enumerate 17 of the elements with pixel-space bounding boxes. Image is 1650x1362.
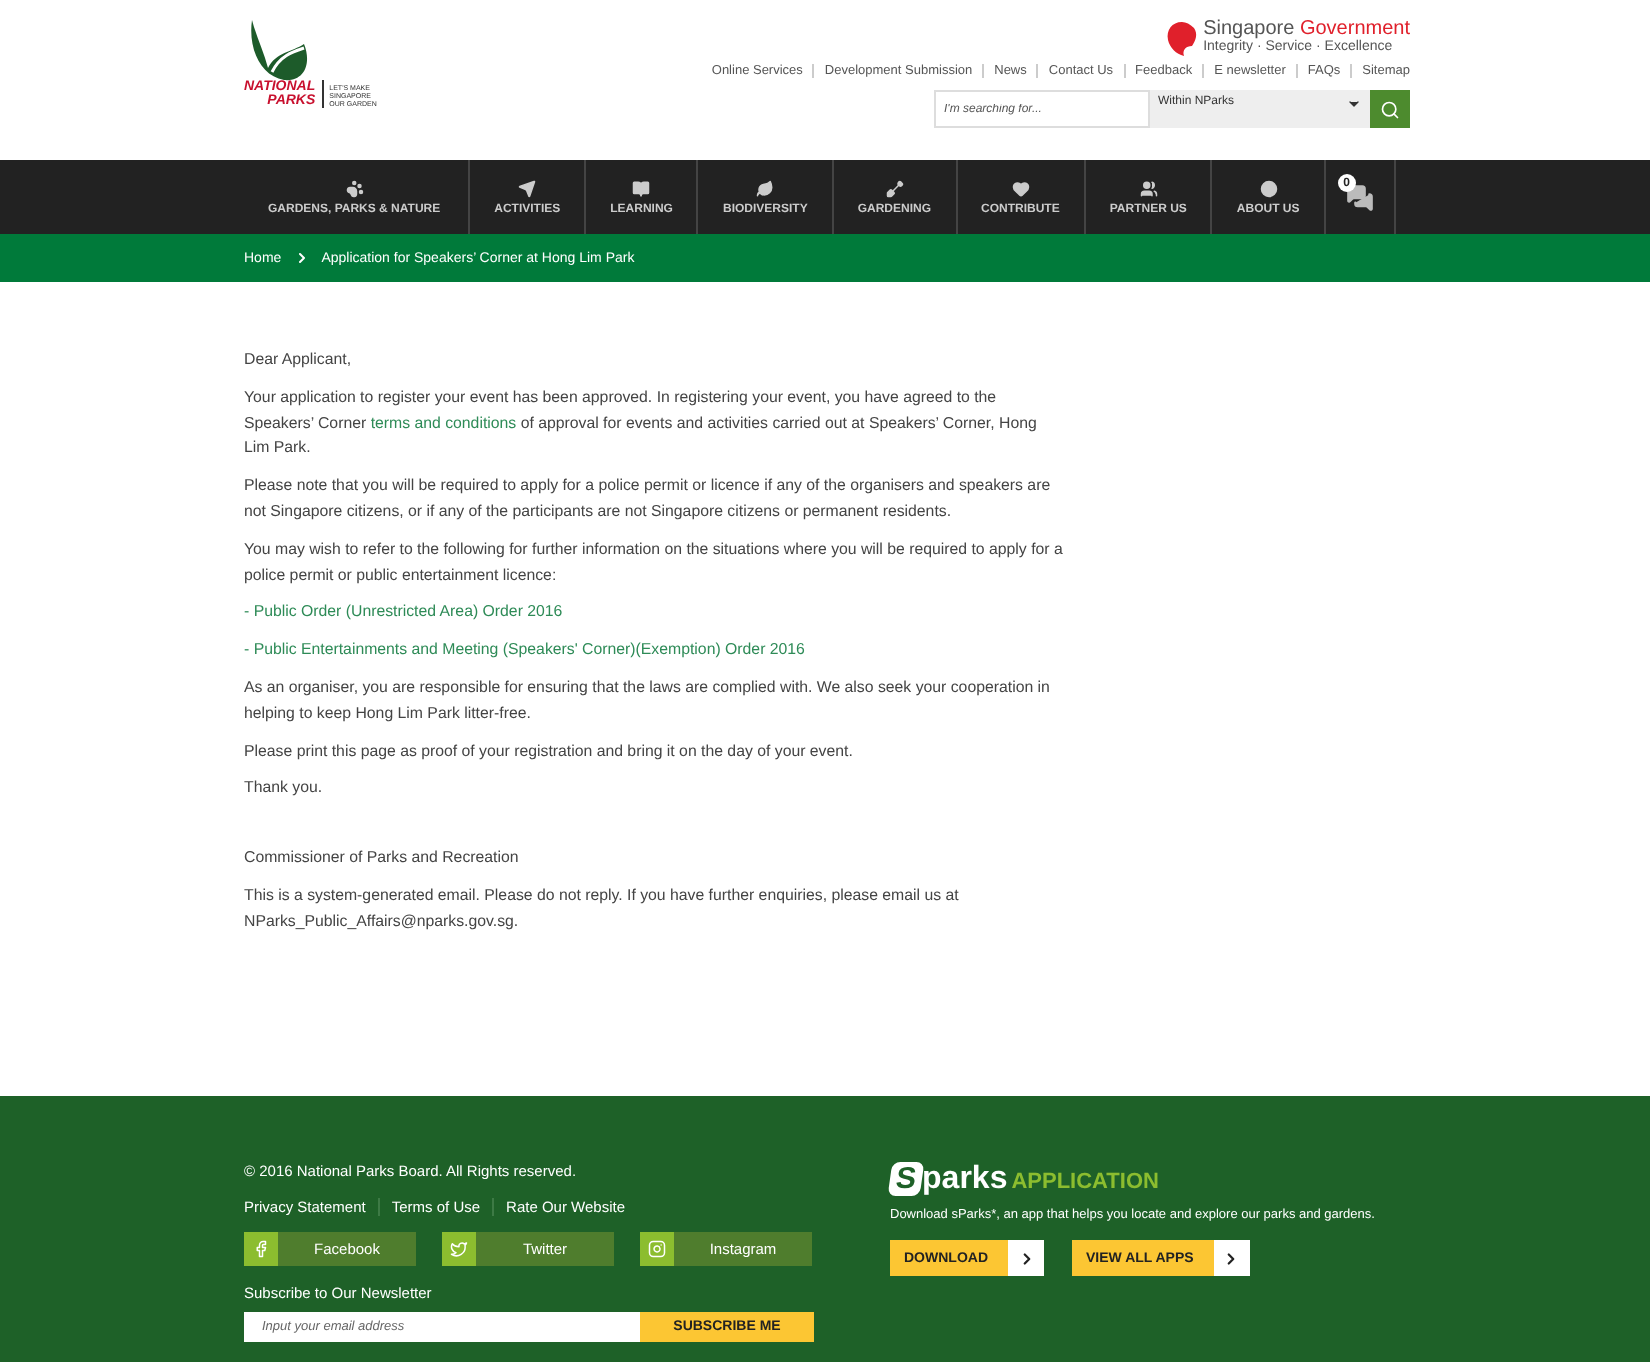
- leaf-icon: [756, 179, 775, 197]
- heart-icon: [1011, 179, 1030, 197]
- shovel-icon: [885, 179, 904, 197]
- instagram-icon: [648, 1240, 666, 1258]
- facebook-icon: [252, 1240, 270, 1258]
- twitter-icon: [450, 1240, 468, 1258]
- book-icon: [632, 179, 651, 197]
- caret-icon: [1346, 96, 1362, 112]
- paw-icon: [345, 179, 364, 197]
- sparks-logo: S parks APPLICATION: [890, 1162, 1390, 1196]
- government-title: Singapore Government: [1203, 20, 1410, 38]
- paper-plane-icon: [518, 179, 537, 197]
- search-button[interactable]: [1370, 90, 1410, 128]
- people-icon: [1139, 179, 1158, 197]
- chevron-icon: [293, 250, 310, 266]
- search-icon: [1380, 99, 1400, 119]
- chat-bubbles-icon: [1345, 183, 1374, 211]
